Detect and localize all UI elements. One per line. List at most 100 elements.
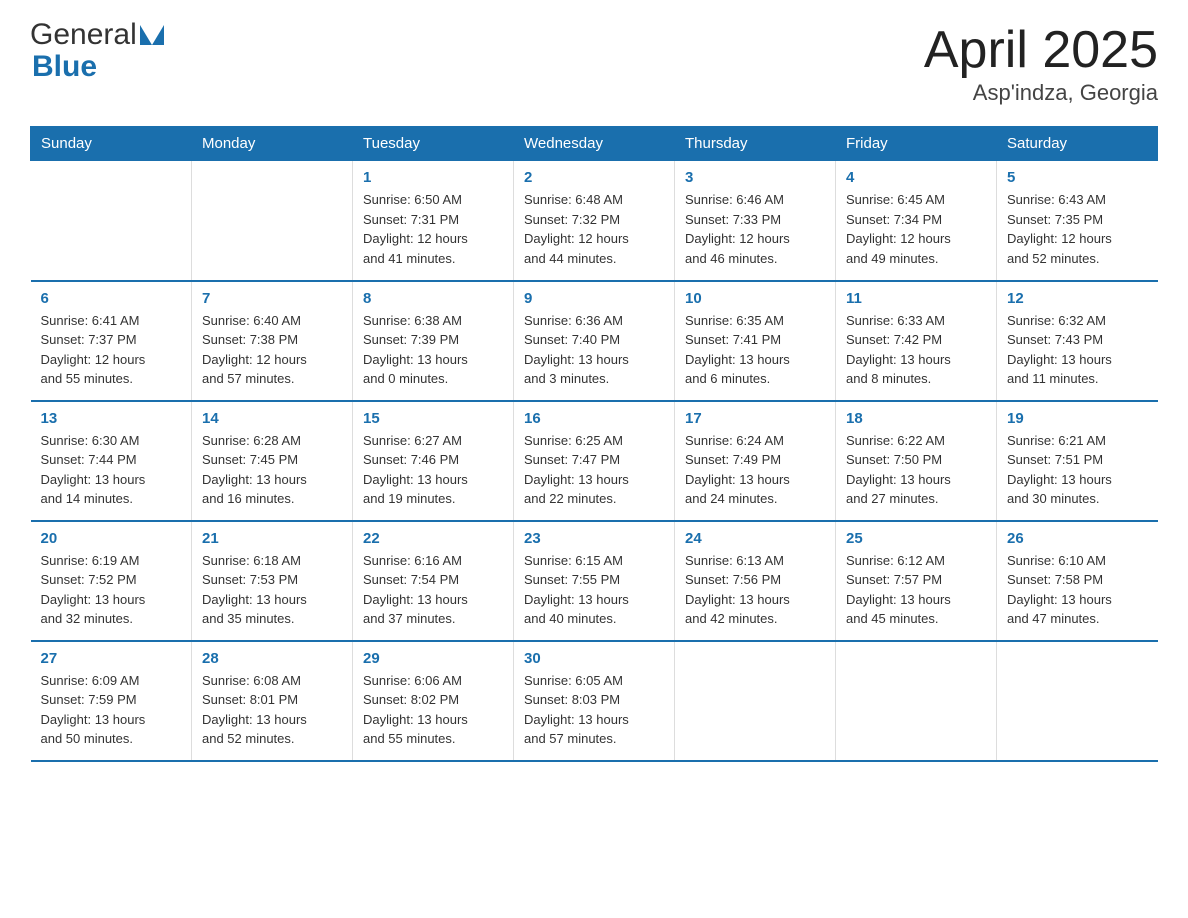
day-info: Sunrise: 6:27 AM Sunset: 7:46 PM Dayligh… <box>363 431 503 509</box>
day-info: Sunrise: 6:38 AM Sunset: 7:39 PM Dayligh… <box>363 311 503 389</box>
calendar-cell: 19Sunrise: 6:21 AM Sunset: 7:51 PM Dayli… <box>997 401 1158 521</box>
day-number: 14 <box>202 410 342 427</box>
page-subtitle: Asp'indza, Georgia <box>924 80 1158 106</box>
day-info: Sunrise: 6:40 AM Sunset: 7:38 PM Dayligh… <box>202 311 342 389</box>
logo: General Blue <box>30 20 164 83</box>
day-number: 22 <box>363 530 503 547</box>
day-info: Sunrise: 6:45 AM Sunset: 7:34 PM Dayligh… <box>846 190 986 268</box>
calendar-week-row: 1 Sunrise: 6:50 AM Sunset: 7:31 PM Daylig… <box>31 161 1158 281</box>
day-header-wednesday: Wednesday <box>514 127 675 161</box>
calendar-table: SundayMondayTuesdayWednesdayThursdayFrid… <box>30 126 1158 762</box>
calendar-cell: 25 Sunrise: 6:12 AM Sunset: 7:57 PM Dayli… <box>836 521 997 641</box>
day-info: Sunrise: 6:36 AM Sunset: 7:40 PM Dayligh… <box>524 311 664 389</box>
calendar-cell: 17 Sunrise: 6:24 AM Sunset: 7:49 PM Dayli… <box>675 401 836 521</box>
calendar-cell: 18 Sunrise: 6:22 AM Sunset: 7:50 PM Dayli… <box>836 401 997 521</box>
day-info: Sunrise: 6:19 AM Sunset: 7:52 PM Dayligh… <box>41 551 182 629</box>
calendar-week-row: 13 Sunrise: 6:30 AM Sunset: 7:44 PM Dayli… <box>31 401 1158 521</box>
calendar-cell: 11 Sunrise: 6:33 AM Sunset: 7:42 PM Dayli… <box>836 281 997 401</box>
page-header: General Blue April 2025 Asp'indza, Georg… <box>30 20 1158 106</box>
day-number: 11 <box>846 290 986 307</box>
calendar-cell: 29 Sunrise: 6:06 AM Sunset: 8:02 PM Dayli… <box>353 641 514 761</box>
day-info: Sunrise: 6:09 AM Sunset: 7:59 PM Dayligh… <box>41 671 182 749</box>
day-header-thursday: Thursday <box>675 127 836 161</box>
day-number: 25 <box>846 530 986 547</box>
calendar-cell: 21 Sunrise: 6:18 AM Sunset: 7:53 PM Dayli… <box>192 521 353 641</box>
calendar-cell: 1 Sunrise: 6:50 AM Sunset: 7:31 PM Daylig… <box>353 161 514 281</box>
day-info: Sunrise: 6:22 AM Sunset: 7:50 PM Dayligh… <box>846 431 986 509</box>
day-number: 17 <box>685 410 825 427</box>
calendar-cell <box>192 161 353 281</box>
calendar-cell: 22Sunrise: 6:16 AM Sunset: 7:54 PM Dayli… <box>353 521 514 641</box>
day-number: 3 <box>685 169 825 186</box>
calendar-cell: 2Sunrise: 6:48 AM Sunset: 7:32 PM Daylig… <box>514 161 675 281</box>
day-number: 18 <box>846 410 986 427</box>
day-info: Sunrise: 6:13 AM Sunset: 7:56 PM Dayligh… <box>685 551 825 629</box>
logo-general-text: General <box>30 20 137 50</box>
day-number: 21 <box>202 530 342 547</box>
calendar-week-row: 6 Sunrise: 6:41 AM Sunset: 7:37 PM Daylig… <box>31 281 1158 401</box>
day-info: Sunrise: 6:12 AM Sunset: 7:57 PM Dayligh… <box>846 551 986 629</box>
day-number: 8 <box>363 290 503 307</box>
calendar-cell: 23 Sunrise: 6:15 AM Sunset: 7:55 PM Dayli… <box>514 521 675 641</box>
day-number: 20 <box>41 530 182 547</box>
day-number: 13 <box>41 410 182 427</box>
page-title: April 2025 <box>924 20 1158 80</box>
calendar-cell: 10 Sunrise: 6:35 AM Sunset: 7:41 PM Dayli… <box>675 281 836 401</box>
day-info: Sunrise: 6:06 AM Sunset: 8:02 PM Dayligh… <box>363 671 503 749</box>
title-area: April 2025 Asp'indza, Georgia <box>924 20 1158 106</box>
day-info: Sunrise: 6:15 AM Sunset: 7:55 PM Dayligh… <box>524 551 664 629</box>
day-number: 10 <box>685 290 825 307</box>
calendar-cell <box>997 641 1158 761</box>
day-info: Sunrise: 6:46 AM Sunset: 7:33 PM Dayligh… <box>685 190 825 268</box>
day-info: Sunrise: 6:18 AM Sunset: 7:53 PM Dayligh… <box>202 551 342 629</box>
day-number: 2 <box>524 169 664 186</box>
day-number: 9 <box>524 290 664 307</box>
day-info: Sunrise: 6:24 AM Sunset: 7:49 PM Dayligh… <box>685 431 825 509</box>
calendar-cell: 4Sunrise: 6:45 AM Sunset: 7:34 PM Daylig… <box>836 161 997 281</box>
day-info: Sunrise: 6:05 AM Sunset: 8:03 PM Dayligh… <box>524 671 664 749</box>
calendar-cell: 13 Sunrise: 6:30 AM Sunset: 7:44 PM Dayli… <box>31 401 192 521</box>
day-info: Sunrise: 6:43 AM Sunset: 7:35 PM Dayligh… <box>1007 190 1148 268</box>
day-info: Sunrise: 6:32 AM Sunset: 7:43 PM Dayligh… <box>1007 311 1148 389</box>
calendar-cell: 3 Sunrise: 6:46 AM Sunset: 7:33 PM Daylig… <box>675 161 836 281</box>
calendar-cell: 5 Sunrise: 6:43 AM Sunset: 7:35 PM Daylig… <box>997 161 1158 281</box>
day-info: Sunrise: 6:41 AM Sunset: 7:37 PM Dayligh… <box>41 311 182 389</box>
day-info: Sunrise: 6:30 AM Sunset: 7:44 PM Dayligh… <box>41 431 182 509</box>
calendar-cell <box>675 641 836 761</box>
day-header-sunday: Sunday <box>31 127 192 161</box>
calendar-cell: 16 Sunrise: 6:25 AM Sunset: 7:47 PM Dayli… <box>514 401 675 521</box>
calendar-cell: 8 Sunrise: 6:38 AM Sunset: 7:39 PM Daylig… <box>353 281 514 401</box>
day-number: 26 <box>1007 530 1148 547</box>
calendar-header-row: SundayMondayTuesdayWednesdayThursdayFrid… <box>31 127 1158 161</box>
day-number: 29 <box>363 650 503 667</box>
day-info: Sunrise: 6:33 AM Sunset: 7:42 PM Dayligh… <box>846 311 986 389</box>
day-number: 30 <box>524 650 664 667</box>
calendar-cell: 28Sunrise: 6:08 AM Sunset: 8:01 PM Dayli… <box>192 641 353 761</box>
day-header-monday: Monday <box>192 127 353 161</box>
calendar-cell <box>31 161 192 281</box>
day-info: Sunrise: 6:21 AM Sunset: 7:51 PM Dayligh… <box>1007 431 1148 509</box>
day-info: Sunrise: 6:35 AM Sunset: 7:41 PM Dayligh… <box>685 311 825 389</box>
calendar-cell: 24Sunrise: 6:13 AM Sunset: 7:56 PM Dayli… <box>675 521 836 641</box>
calendar-week-row: 20 Sunrise: 6:19 AM Sunset: 7:52 PM Dayli… <box>31 521 1158 641</box>
day-info: Sunrise: 6:28 AM Sunset: 7:45 PM Dayligh… <box>202 431 342 509</box>
calendar-cell: 27Sunrise: 6:09 AM Sunset: 7:59 PM Dayli… <box>31 641 192 761</box>
day-header-tuesday: Tuesday <box>353 127 514 161</box>
calendar-cell: 30 Sunrise: 6:05 AM Sunset: 8:03 PM Dayli… <box>514 641 675 761</box>
day-info: Sunrise: 6:25 AM Sunset: 7:47 PM Dayligh… <box>524 431 664 509</box>
day-info: Sunrise: 6:10 AM Sunset: 7:58 PM Dayligh… <box>1007 551 1148 629</box>
calendar-cell: 6 Sunrise: 6:41 AM Sunset: 7:37 PM Daylig… <box>31 281 192 401</box>
day-number: 15 <box>363 410 503 427</box>
day-number: 6 <box>41 290 182 307</box>
calendar-cell: 7 Sunrise: 6:40 AM Sunset: 7:38 PM Daylig… <box>192 281 353 401</box>
day-number: 7 <box>202 290 342 307</box>
calendar-cell <box>836 641 997 761</box>
day-info: Sunrise: 6:50 AM Sunset: 7:31 PM Dayligh… <box>363 190 503 268</box>
day-number: 1 <box>363 169 503 186</box>
day-number: 5 <box>1007 169 1148 186</box>
logo-blue-text: Blue <box>32 50 164 83</box>
day-number: 12 <box>1007 290 1148 307</box>
day-number: 23 <box>524 530 664 547</box>
calendar-cell: 12 Sunrise: 6:32 AM Sunset: 7:43 PM Dayli… <box>997 281 1158 401</box>
day-number: 16 <box>524 410 664 427</box>
